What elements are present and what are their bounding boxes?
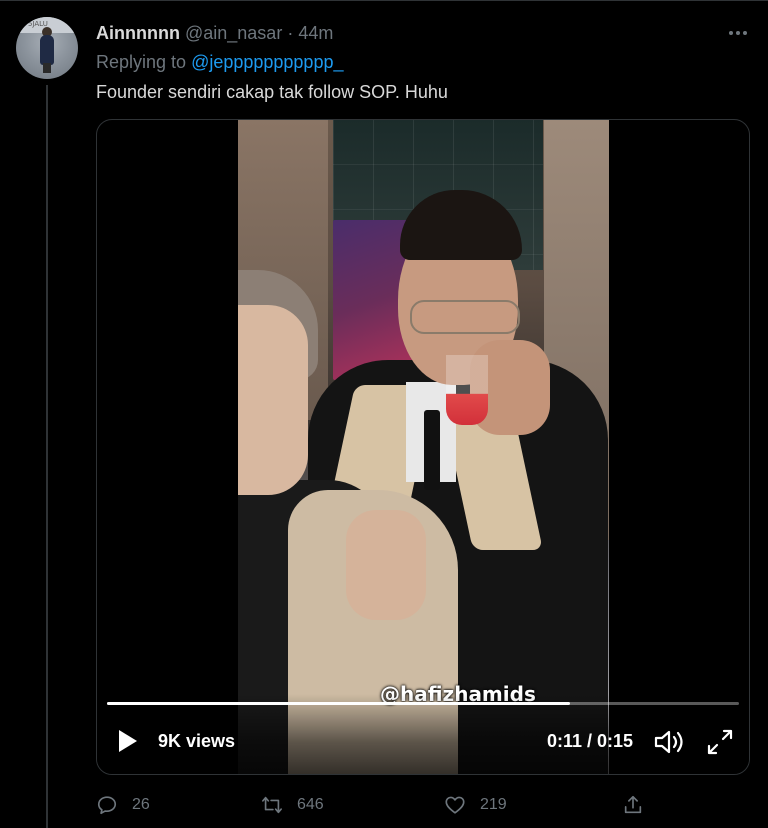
tweet-text: Founder sendiri cakap tak follow SOP. Hu… xyxy=(96,82,448,102)
mention-link[interactable]: @jeppppppppppp_ xyxy=(191,52,343,72)
thread-line xyxy=(46,85,48,828)
video-frame[interactable]: @hafizhamids xyxy=(238,120,609,774)
like-count: 219 xyxy=(480,796,507,813)
progress-bar[interactable] xyxy=(107,702,739,705)
retweet-button[interactable]: 646 xyxy=(261,793,324,817)
tweet-actions: 26 646 219 xyxy=(96,793,656,817)
play-icon[interactable] xyxy=(119,730,137,752)
separator: · xyxy=(287,23,294,43)
reply-count: 26 xyxy=(132,796,150,813)
author-handle[interactable]: @ain_nasar xyxy=(185,23,282,44)
retweet-count: 646 xyxy=(297,796,324,813)
avatar[interactable]: 5JALU xyxy=(16,17,78,79)
progress-fill xyxy=(107,702,571,705)
volume-icon[interactable] xyxy=(653,729,687,755)
share-icon xyxy=(624,795,642,814)
more-horizontal-icon[interactable] xyxy=(723,23,753,43)
author-name[interactable]: Ainnnnnn xyxy=(96,23,180,44)
replying-to-label: Replying to xyxy=(96,52,192,72)
share-button[interactable] xyxy=(622,793,644,817)
tweet[interactable]: 5JALU Ainnnnnn @ain_nasar · 44m Replying… xyxy=(0,0,768,828)
heart-icon xyxy=(445,796,465,814)
video-timestamp: 0:11 / 0:15 xyxy=(547,731,634,751)
drink-cup xyxy=(446,355,488,425)
video-controls: 9K views 0:11 / 0:15 xyxy=(97,694,749,774)
tweet-time[interactable]: 44m xyxy=(298,23,333,44)
video-player[interactable]: @hafizhamids 9K views 0:11 / 0:15 xyxy=(96,119,750,775)
fullscreen-icon[interactable] xyxy=(706,728,734,756)
avatar-figure-legs xyxy=(43,63,51,73)
view-count: 9K views xyxy=(158,731,236,751)
avatar-figure xyxy=(40,35,54,65)
reply-icon xyxy=(97,796,117,815)
retweet-icon xyxy=(262,796,282,814)
like-button[interactable]: 219 xyxy=(444,793,507,817)
replying-to: Replying to @jeppppppppppp_ xyxy=(96,52,343,73)
tweet-header: Ainnnnnn @ain_nasar · 44m xyxy=(96,23,333,45)
reply-button[interactable]: 26 xyxy=(96,793,150,817)
